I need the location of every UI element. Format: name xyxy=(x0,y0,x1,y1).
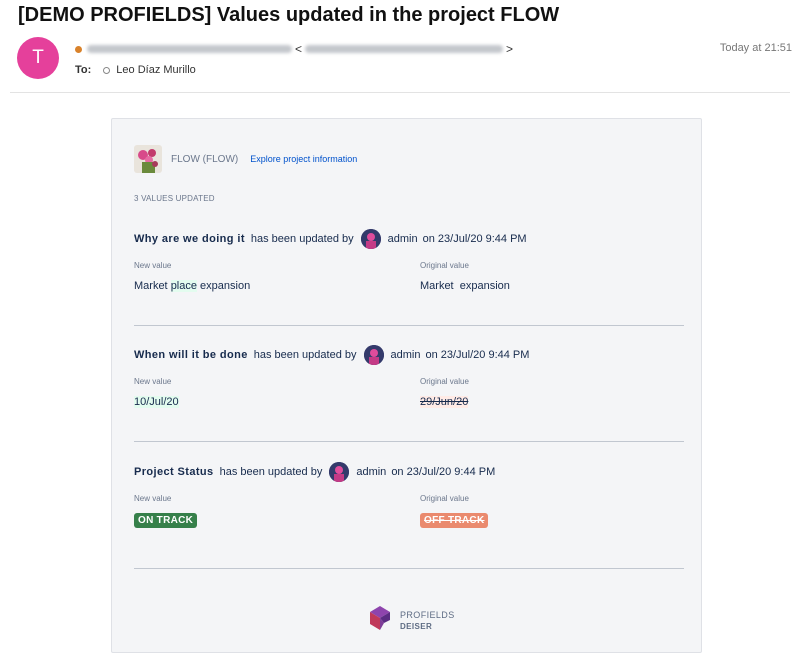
new-value-label: New value xyxy=(134,494,172,503)
project-avatar-icon xyxy=(134,145,162,173)
sender-avatar: T xyxy=(17,37,59,79)
update-timestamp: on 23/Jul/20 9:44 PM xyxy=(422,233,527,245)
inserted-text: place xyxy=(170,280,197,292)
section-divider xyxy=(134,325,684,326)
user-name[interactable]: admin xyxy=(388,233,418,245)
to-label: To: xyxy=(75,64,92,76)
field-name: Why are we doing it xyxy=(134,233,245,245)
field-name: When will it be done xyxy=(134,349,248,361)
user-name[interactable]: admin xyxy=(356,466,386,478)
field-name: Project Status xyxy=(134,466,214,478)
new-value-label: New value xyxy=(134,261,172,270)
original-value-label: Original value xyxy=(420,261,469,270)
updated-by-text: has been updated by xyxy=(253,349,357,361)
sender-address-redacted xyxy=(305,45,504,53)
header-divider xyxy=(10,92,790,93)
update-item: When will it be done has been updated by… xyxy=(134,345,684,416)
project-name: FLOW (FLOW) xyxy=(171,153,239,165)
section-divider xyxy=(134,441,684,442)
email-date: Today at 21:51 xyxy=(719,42,792,54)
new-value-text: Market xyxy=(134,280,171,292)
section-divider xyxy=(134,568,684,569)
user-avatar-icon xyxy=(360,229,381,249)
notification-card: FLOW (FLOW) Explore project information … xyxy=(111,118,702,653)
recipient-row: To: Leo Díaz Murillo xyxy=(75,64,196,76)
profields-logo: PROFIELDS DEISER xyxy=(366,604,455,637)
profields-logo-icon xyxy=(366,604,394,637)
recipient-name[interactable]: Leo Díaz Murillo xyxy=(116,64,195,76)
user-name[interactable]: admin xyxy=(391,349,421,361)
status-lozenge-off-track: OFF TRACK xyxy=(420,513,489,528)
sender-bracket-open: < xyxy=(295,42,303,56)
logo-line-2: DEISER xyxy=(400,621,433,631)
update-heading: When will it be done has been updated by… xyxy=(134,345,684,365)
original-value: 29/Jun/20 xyxy=(420,396,469,408)
project-header: FLOW (FLOW) Explore project information xyxy=(134,145,357,173)
new-value-label: New value xyxy=(134,377,172,386)
original-value: Market expansion xyxy=(420,280,510,292)
update-heading: Project Status has been updated by admin… xyxy=(134,462,684,482)
email-subject: [DEMO PROFIELDS] Values updated in the p… xyxy=(18,4,560,26)
updated-by-text: has been updated by xyxy=(219,466,323,478)
sender-bracket-close: > xyxy=(506,42,514,56)
new-value-text: expansion xyxy=(196,280,251,292)
update-timestamp: on 23/Jul/20 9:44 PM xyxy=(425,349,530,361)
values-updated-count: 3 VALUES UPDATED xyxy=(134,194,215,203)
original-value-label: Original value xyxy=(420,377,469,386)
sender-status-icon xyxy=(75,45,82,53)
new-value: 10/Jul/20 xyxy=(134,396,179,408)
update-heading: Why are we doing it has been updated by … xyxy=(134,229,684,249)
update-item: Why are we doing it has been updated by … xyxy=(134,229,684,300)
sender-row[interactable]: < > xyxy=(75,42,516,56)
update-item: Project Status has been updated by admin… xyxy=(134,462,684,533)
update-timestamp: on 23/Jul/20 9:44 PM xyxy=(391,466,496,478)
status-lozenge-on-track: ON TRACK xyxy=(134,513,198,528)
updated-by-text: has been updated by xyxy=(250,233,354,245)
original-value-label: Original value xyxy=(420,494,469,503)
recipient-icon xyxy=(103,66,111,74)
explore-project-link[interactable]: Explore project information xyxy=(250,154,357,164)
logo-line-1: PROFIELDS xyxy=(400,609,455,620)
sender-name-redacted xyxy=(87,45,292,53)
user-avatar-icon xyxy=(329,462,350,482)
new-value: Market place expansion xyxy=(134,280,250,292)
user-avatar-icon xyxy=(363,345,384,365)
